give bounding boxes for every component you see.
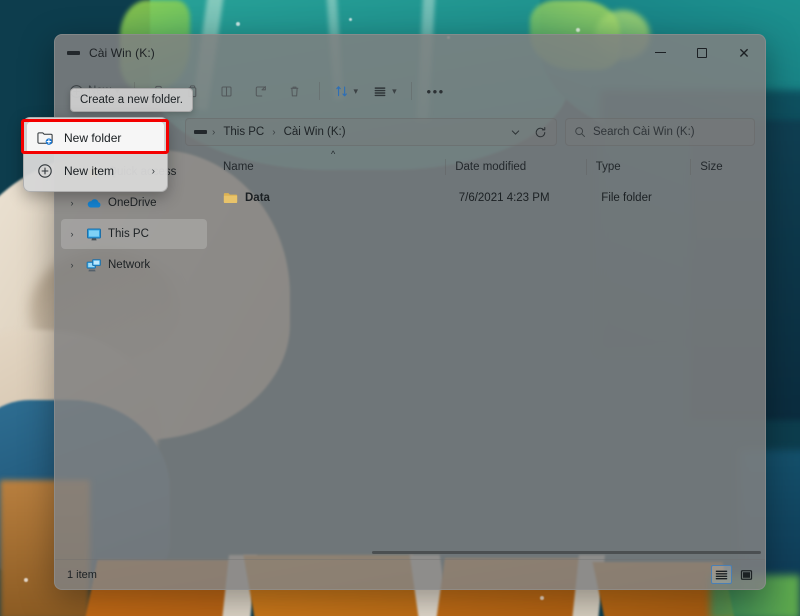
close-button[interactable]: ✕ (723, 35, 765, 70)
window-controls: ✕ (639, 35, 765, 70)
file-name-cell: Data (213, 192, 449, 204)
refresh-icon (534, 126, 547, 139)
address-dropdown-button[interactable] (505, 127, 525, 138)
sort-icon (334, 84, 350, 99)
wallpaper-sparkle (24, 578, 28, 582)
sort-button[interactable]: ▾ (328, 76, 365, 106)
window-body: › Quick access › OneDrive › (55, 152, 765, 559)
file-date-cell: 7/6/2021 4:23 PM (449, 192, 592, 204)
column-headers: Name ^ Date modified Type Size (213, 152, 765, 182)
file-list-pane: Name ^ Date modified Type Size (213, 152, 765, 559)
scrollbar-thumb[interactable] (372, 551, 761, 554)
rename-icon (253, 84, 268, 99)
chevron-down-icon: ▾ (354, 86, 359, 97)
drive-icon (194, 130, 207, 134)
submenu-arrow-icon: › (152, 166, 155, 177)
breadcrumb-separator: › (272, 127, 275, 138)
wallpaper-sparkle (576, 28, 580, 32)
cloud-icon (85, 195, 102, 212)
search-icon (574, 126, 586, 138)
toolbar-separator (319, 82, 320, 100)
sidebar-item-label: OneDrive (108, 197, 157, 209)
column-header-date-modified[interactable]: Date modified (445, 152, 585, 182)
sort-ascending-icon: ^ (331, 149, 335, 159)
file-list: Data 7/6/2021 4:23 PM File folder (213, 182, 765, 545)
network-icon (85, 257, 102, 274)
address-bar[interactable]: › This PC › Cài Win (K:) (185, 118, 557, 146)
horizontal-scrollbar[interactable] (213, 545, 765, 559)
wallpaper-sparkle (540, 596, 544, 600)
details-icon (715, 569, 728, 581)
rename-button[interactable] (245, 76, 277, 106)
breadcrumb-separator: › (212, 127, 215, 138)
folder-icon (223, 192, 238, 204)
chevron-down-icon: ▾ (392, 86, 397, 97)
item-count-label: 1 item (67, 569, 97, 581)
breadcrumb-item-this-pc[interactable]: This PC (220, 125, 267, 139)
sidebar-item-label: Network (108, 259, 150, 271)
file-type-cell: File folder (591, 192, 697, 204)
expand-chevron-icon[interactable]: › (65, 198, 79, 208)
menu-item-label: New item (64, 164, 142, 178)
expand-chevron-icon[interactable]: › (65, 260, 79, 270)
scrollbar-track[interactable] (372, 547, 761, 557)
toolbar-separator (411, 82, 412, 100)
sidebar-item-this-pc[interactable]: › This PC (61, 219, 207, 249)
refresh-button[interactable] (530, 126, 550, 139)
new-folder-tooltip: Create a new folder. (70, 88, 193, 112)
window-title: Cài Win (K:) (89, 46, 155, 60)
column-header-type[interactable]: Type (586, 152, 691, 182)
column-header-name[interactable]: Name ^ (213, 152, 445, 182)
paste-icon (219, 84, 234, 99)
title-bar: Cài Win (K:) ✕ (55, 35, 765, 70)
sidebar-item-network[interactable]: › Network (61, 250, 207, 280)
search-box[interactable]: Search Cài Win (K:) (565, 118, 755, 146)
tooltip-text: Create a new folder. (80, 94, 183, 106)
drive-icon (65, 45, 81, 61)
monitor-icon (85, 226, 102, 243)
paste-button[interactable] (211, 76, 243, 106)
trash-icon (287, 84, 302, 99)
column-header-label: Date modified (455, 161, 526, 173)
view-toggle-group (711, 565, 757, 584)
expand-chevron-icon[interactable]: › (65, 229, 79, 239)
maximize-button[interactable] (681, 35, 723, 70)
sidebar-item-onedrive[interactable]: › OneDrive (61, 188, 207, 218)
minimize-button[interactable] (639, 35, 681, 70)
column-header-label: Name (223, 161, 254, 173)
delete-button[interactable] (279, 76, 311, 106)
large-icons-view-toggle[interactable] (736, 565, 757, 584)
annotation-highlight-box (21, 119, 169, 154)
table-row[interactable]: Data 7/6/2021 4:23 PM File folder (213, 185, 765, 211)
menu-item-new-item[interactable]: New item › (27, 155, 164, 187)
sidebar-item-label: This PC (108, 228, 149, 240)
large-icons-icon (740, 569, 753, 581)
column-header-label: Size (700, 161, 722, 173)
search-placeholder: Search Cài Win (K:) (593, 126, 695, 138)
more-options-button[interactable]: ••• (420, 76, 452, 106)
view-lines-icon (372, 84, 388, 99)
plus-circle-icon (36, 162, 54, 180)
column-header-label: Type (596, 161, 621, 173)
wallpaper-sparkle (349, 18, 352, 21)
chevron-down-icon (510, 127, 521, 138)
status-bar: 1 item (55, 559, 765, 589)
breadcrumb-item-drive[interactable]: Cài Win (K:) (281, 125, 349, 139)
column-header-size[interactable]: Size (690, 152, 757, 182)
file-name: Data (245, 192, 270, 204)
more-options-label: ••• (427, 85, 445, 98)
wallpaper-sparkle (236, 22, 240, 26)
details-view-toggle[interactable] (711, 565, 732, 584)
navigation-pane: › Quick access › OneDrive › (55, 152, 213, 559)
view-button[interactable]: ▾ (366, 76, 403, 106)
